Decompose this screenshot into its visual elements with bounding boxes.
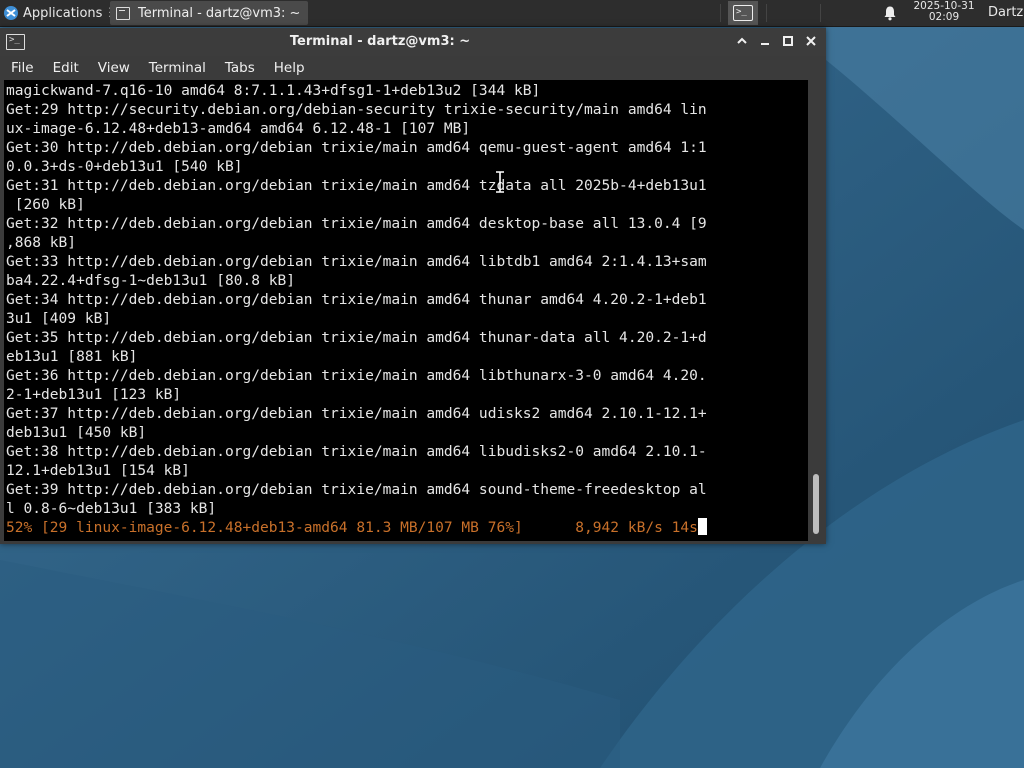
terminal-line: Get:29 http://security.debian.org/debian… [6, 101, 707, 118]
panel-separator [820, 4, 821, 22]
menu-help[interactable]: Help [266, 60, 313, 76]
terminal-line: Get:35 http://deb.debian.org/debian trix… [6, 329, 707, 346]
terminal-line: deb13u1 [450 kB] [6, 424, 147, 441]
terminal-line: ,868 kB] [6, 234, 77, 251]
menu-tabs[interactable]: Tabs [217, 60, 263, 76]
terminal-output-area[interactable]: magickwand-7.q16-10 amd64 8:7.1.1.43+dfs… [4, 80, 808, 541]
terminal-launcher-icon: >_ [733, 5, 753, 21]
terminal-line: Get:33 http://deb.debian.org/debian trix… [6, 253, 707, 270]
minimize-button[interactable] [758, 34, 772, 48]
terminal-line: Get:34 http://deb.debian.org/debian trix… [6, 291, 707, 308]
terminal-line: Get:37 http://deb.debian.org/debian trix… [6, 405, 707, 422]
terminal-text: magickwand-7.q16-10 amd64 8:7.1.1.43+dfs… [6, 81, 707, 537]
text-cursor-icon [496, 171, 504, 193]
menu-file[interactable]: File [3, 60, 42, 76]
applications-menu-button[interactable]: Applications ☰ [0, 0, 126, 26]
terminal-window: >_ Terminal - dartz@vm3: ~ File Edit Vie… [0, 28, 826, 544]
terminal-icon [116, 6, 130, 20]
apt-progress-status: 52% [29 linux-image-6.12.48+deb13-amd64 … [6, 519, 698, 536]
terminal-line: ba4.22.4+dfsg-1~deb13u1 [80.8 kB] [6, 272, 296, 289]
shade-window-button[interactable] [735, 34, 749, 48]
maximize-button[interactable] [781, 34, 795, 48]
close-button[interactable] [804, 34, 818, 48]
window-titlebar[interactable]: >_ Terminal - dartz@vm3: ~ [0, 28, 826, 56]
terminal-line: magickwand-7.q16-10 amd64 8:7.1.1.43+dfs… [6, 82, 541, 99]
xfce-logo-icon [4, 6, 18, 20]
user-menu-button[interactable]: Dartz [988, 0, 1023, 26]
terminal-cursor [697, 518, 707, 535]
terminal-line: eb13u1 [881 kB] [6, 348, 138, 365]
terminal-line: Get:31 http://deb.debian.org/debian trix… [6, 177, 707, 194]
notification-bell-icon[interactable] [882, 5, 898, 21]
terminal-line: Get:38 http://deb.debian.org/debian trix… [6, 443, 707, 460]
menu-view[interactable]: View [90, 60, 138, 76]
terminal-scrollbar[interactable] [808, 80, 826, 541]
menu-edit[interactable]: Edit [45, 60, 87, 76]
top-panel: Applications ☰ Terminal - dartz@vm3: ~ >… [0, 0, 1024, 27]
terminal-line: Get:39 http://deb.debian.org/debian trix… [6, 481, 707, 498]
panel-separator [766, 4, 767, 22]
window-title: Terminal - dartz@vm3: ~ [289, 34, 471, 49]
terminal-line: [260 kB] [6, 196, 85, 213]
terminal-line: Get:32 http://deb.debian.org/debian trix… [6, 215, 707, 232]
terminal-line: ux-image-6.12.48+deb13-amd64 amd64 6.12.… [6, 120, 471, 137]
terminal-line: 0.0.3+ds-0+deb13u1 [540 kB] [6, 158, 243, 175]
terminal-line: 2-1+deb13u1 [123 kB] [6, 386, 182, 403]
taskbar-terminal-button[interactable]: Terminal - dartz@vm3: ~ [110, 1, 308, 25]
terminal-line: 12.1+deb13u1 [154 kB] [6, 462, 190, 479]
terminal-line: Get:30 http://deb.debian.org/debian trix… [6, 139, 707, 156]
terminal-line: Get:36 http://deb.debian.org/debian trix… [6, 367, 707, 384]
taskbar-terminal-label: Terminal - dartz@vm3: ~ [138, 5, 301, 21]
applications-label: Applications [23, 5, 103, 21]
clock-time: 02:09 [928, 11, 960, 23]
scrollbar-thumb[interactable] [813, 474, 819, 534]
launcher-terminal-button[interactable]: >_ [728, 1, 758, 25]
menu-terminal[interactable]: Terminal [141, 60, 214, 76]
clock[interactable]: 2025-10-31 02:09 [908, 1, 980, 23]
terminal-line: l 0.8-6~deb13u1 [383 kB] [6, 500, 217, 517]
panel-separator [720, 4, 721, 22]
terminal-line: 3u1 [409 kB] [6, 310, 112, 327]
menu-bar: File Edit View Terminal Tabs Help [0, 56, 826, 80]
